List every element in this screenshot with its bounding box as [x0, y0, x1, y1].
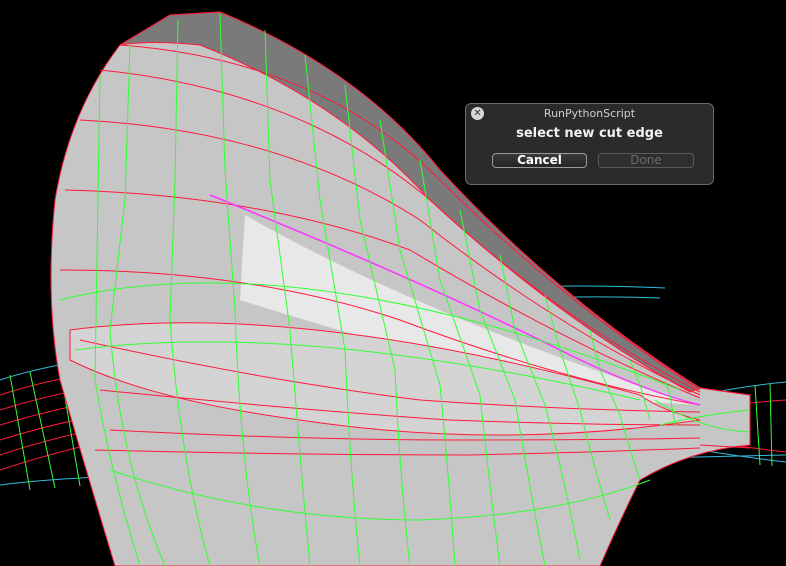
- dialog-title: RunPythonScript: [543, 107, 636, 120]
- done-button[interactable]: Done: [598, 153, 694, 168]
- 3d-viewport[interactable]: [0, 0, 786, 566]
- dialog-titlebar[interactable]: ✕ RunPythonScript: [466, 104, 713, 123]
- run-python-script-dialog: ✕ RunPythonScript select new cut edge Ca…: [465, 103, 714, 185]
- surface-model-render: [0, 11, 786, 566]
- dialog-message: select new cut edge: [516, 126, 663, 141]
- cancel-button[interactable]: Cancel: [492, 153, 587, 168]
